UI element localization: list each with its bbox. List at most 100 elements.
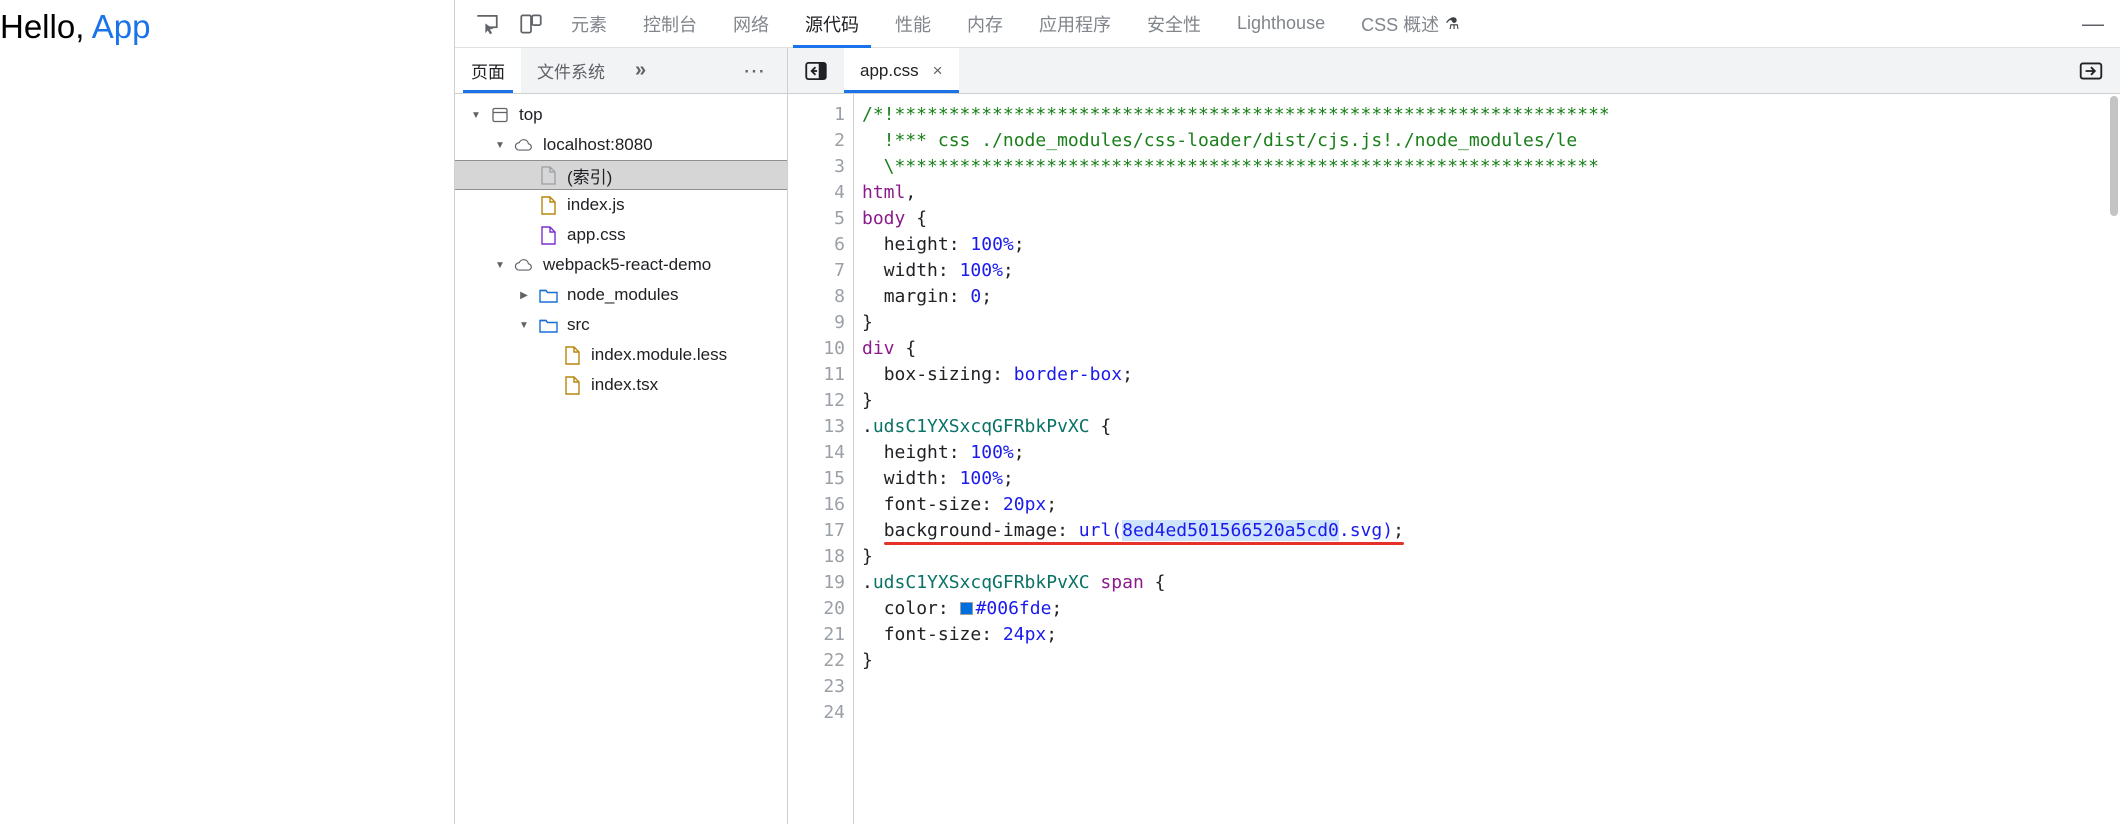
more-options-icon[interactable]: ⋯: [723, 48, 787, 93]
nav-tab-page[interactable]: 页面: [455, 48, 521, 93]
tab-css-overview[interactable]: CSS 概述 ⚗: [1343, 0, 1477, 48]
chevron-down-icon[interactable]: ▼: [513, 320, 535, 331]
line-number: 2: [834, 130, 845, 151]
tab-console[interactable]: 控制台: [625, 0, 715, 48]
tab-label: 网络: [733, 14, 769, 35]
tree-item-label: index.module.less: [591, 345, 728, 364]
scrollbar-thumb[interactable]: [2110, 96, 2118, 216]
chevron-right-icon[interactable]: ▶: [513, 290, 535, 301]
code-line[interactable]: /*!*************************************…: [862, 102, 2120, 128]
code-line[interactable]: height: 100%;: [862, 440, 2120, 466]
code-line[interactable]: width: 100%;: [862, 258, 2120, 284]
doc-yellow: [559, 345, 585, 366]
frame-icon: [487, 105, 513, 125]
code-line[interactable]: html,: [862, 180, 2120, 206]
color-swatch[interactable]: [959, 601, 973, 615]
tab-sources[interactable]: 源代码: [787, 0, 877, 48]
code-line[interactable]: }: [862, 544, 2120, 570]
tree-item-webpack5-react-demo[interactable]: ▼ webpack5-react-demo: [455, 250, 787, 280]
code-line[interactable]: !*** css ./node_modules/css-loader/dist/…: [862, 128, 2120, 154]
source-pane: app.css × 1 2 3 4 5 6 7 8 9 10 11 12 13 14 15 16 17 18 19 2…: [788, 48, 2120, 824]
tab-lighthouse[interactable]: Lighthouse: [1219, 0, 1343, 48]
code-line[interactable]: color: #006fde;: [862, 596, 2120, 622]
source-tabbar: app.css ×: [788, 48, 2120, 94]
line-number: 1: [834, 104, 845, 125]
back-panel-icon[interactable]: [788, 48, 844, 93]
code-line[interactable]: font-size: 20px;: [862, 492, 2120, 518]
tree-item-index-tsx[interactable]: index.tsx: [455, 370, 787, 400]
code-line[interactable]: box-sizing: border-box;: [862, 362, 2120, 388]
tab-application[interactable]: 应用程序: [1021, 0, 1129, 48]
code-line[interactable]: [862, 700, 2120, 726]
tab-memory[interactable]: 内存: [949, 0, 1021, 48]
navigator-tabbar: 页面 文件系统 » ⋯: [455, 48, 787, 94]
chevron-down-icon[interactable]: ▼: [489, 260, 511, 271]
show-navigator-icon[interactable]: [2062, 48, 2120, 93]
editor-scrollbar[interactable]: [2108, 94, 2120, 824]
code-line[interactable]: font-size: 24px;: [862, 622, 2120, 648]
tree-item-label: webpack5-react-demo: [543, 255, 712, 274]
code-editor[interactable]: 1 2 3 4 5 6 7 8 9 10 11 12 13 14 15 16 17 18 19 20 21 22 23 24 …: [788, 94, 2120, 824]
line-number: 21: [823, 624, 845, 645]
minimize-button[interactable]: —: [2072, 0, 2114, 48]
tab-network[interactable]: 网络: [715, 0, 787, 48]
tree-item-top[interactable]: ▼ top: [455, 100, 787, 130]
code-line[interactable]: .udsC1YXSxcqGFRbkPvXC span {: [862, 570, 2120, 596]
tree-item-label: top: [519, 105, 543, 124]
code-line[interactable]: height: 100%;: [862, 232, 2120, 258]
code-line[interactable]: div {: [862, 336, 2120, 362]
code-line[interactable]: }: [862, 648, 2120, 674]
tree-item-index-js[interactable]: index.js: [455, 190, 787, 220]
code-line[interactable]: .udsC1YXSxcqGFRbkPvXC {: [862, 414, 2120, 440]
tab-security[interactable]: 安全性: [1129, 0, 1219, 48]
tree-item-label: (索引): [567, 167, 613, 187]
device-toolbar-icon[interactable]: [509, 4, 553, 44]
tree-item-src[interactable]: ▼ src: [455, 310, 787, 340]
tab-label: 安全性: [1147, 14, 1201, 35]
tree-item-label: localhost:8080: [543, 135, 653, 154]
chevron-down-icon[interactable]: ▼: [489, 140, 511, 151]
line-number: 23: [823, 676, 845, 697]
chevron-right-icon[interactable]: »: [621, 48, 660, 93]
devtools-tabbar: 元素 控制台 网络 源代码 性能 内存 应用程序 安全性 Lighthouse …: [455, 0, 2120, 48]
screenshot-root: Hello, App 元素 控制台 网络 源代码 性能 内存 应用程序 安全性: [0, 0, 2120, 824]
code-line[interactable]: margin: 0;: [862, 284, 2120, 310]
navigator-pane: 页面 文件系统 » ⋯ ▼ top ▼ localhost:8080 (索引) index…: [455, 48, 788, 824]
tree-item-app-css[interactable]: app.css: [455, 220, 787, 250]
source-tab-appcss[interactable]: app.css ×: [844, 48, 959, 93]
code-line[interactable]: [862, 674, 2120, 700]
tree-item-label: node_modules: [567, 285, 679, 304]
tree-item-label: src: [567, 315, 590, 334]
tree-item-label: app.css: [567, 225, 626, 244]
nav-tab-filesystem[interactable]: 文件系统: [521, 48, 621, 93]
line-number: 22: [823, 650, 845, 671]
page-greeting: Hello, App: [0, 8, 150, 46]
tree-item-node-modules[interactable]: ▶ node_modules: [455, 280, 787, 310]
code-content[interactable]: /*!*************************************…: [854, 94, 2120, 824]
tab-label: 控制台: [643, 14, 697, 35]
inspect-element-icon[interactable]: [465, 4, 509, 44]
tree-item-index-module-less[interactable]: index.module.less: [455, 340, 787, 370]
chevron-down-icon[interactable]: ▼: [465, 110, 487, 121]
tree-item--[interactable]: (索引): [455, 160, 787, 190]
line-number: 4: [834, 182, 845, 203]
greeting-prefix: Hello,: [0, 8, 92, 45]
line-number: 9: [834, 312, 845, 333]
folder-blue: [535, 316, 561, 335]
tree-item-localhost-8080[interactable]: ▼ localhost:8080: [455, 130, 787, 160]
cloud-icon: [511, 255, 537, 275]
tree-item-label: index.js: [567, 195, 625, 214]
code-line[interactable]: body {: [862, 206, 2120, 232]
nav-tab-label: 页面: [471, 63, 505, 82]
code-line[interactable]: background-image: url(8ed4ed501566520a5c…: [862, 518, 2120, 544]
tab-elements[interactable]: 元素: [553, 0, 625, 48]
code-line[interactable]: \***************************************…: [862, 154, 2120, 180]
doc-yellow: [559, 375, 585, 396]
code-line[interactable]: }: [862, 310, 2120, 336]
code-line[interactable]: }: [862, 388, 2120, 414]
code-line[interactable]: width: 100%;: [862, 466, 2120, 492]
page-viewport: Hello, App: [0, 0, 455, 824]
tab-performance[interactable]: 性能: [877, 0, 949, 48]
close-icon[interactable]: ×: [933, 61, 943, 81]
line-number: 8: [834, 286, 845, 307]
